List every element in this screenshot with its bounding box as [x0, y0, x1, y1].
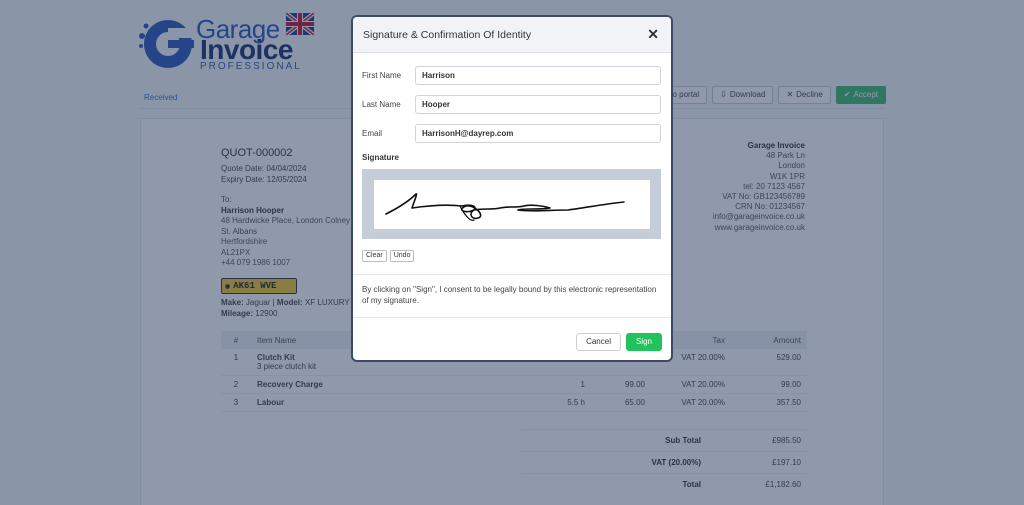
- consent-text: By clicking on "Sign", I consent to be l…: [362, 285, 657, 305]
- signature-pad: [362, 169, 661, 239]
- modal-divider: [353, 274, 671, 275]
- first-name-row: First Name Harrison: [362, 66, 662, 85]
- email-row: Email HarrisonH@dayrep.com: [362, 124, 662, 143]
- sign-button[interactable]: Sign: [625, 333, 662, 351]
- email-label: Email: [362, 129, 383, 138]
- signature-stroke: [385, 192, 625, 221]
- last-name-row: Last Name Hooper: [362, 95, 662, 114]
- signature-modal: Signature & Confirmation Of Identity ✕ F…: [353, 17, 671, 360]
- last-name-input[interactable]: Hooper: [415, 95, 661, 114]
- cancel-button[interactable]: Cancel: [576, 333, 621, 351]
- modal-footer-divider: [353, 317, 671, 318]
- clear-button[interactable]: Clear: [362, 250, 387, 262]
- signature-controls: Clear Undo: [362, 250, 662, 262]
- undo-button[interactable]: Undo: [389, 250, 415, 262]
- modal-body: First Name Harrison Last Name Hooper Ema…: [353, 53, 671, 318]
- signature-label: Signature: [362, 153, 399, 162]
- signature-canvas[interactable]: [374, 180, 650, 229]
- close-icon[interactable]: ✕: [647, 26, 659, 43]
- email-input[interactable]: HarrisonH@dayrep.com: [415, 124, 661, 143]
- modal-footer: Cancel Sign: [576, 333, 662, 351]
- modal-title: Signature & Confirmation Of Identity: [363, 28, 532, 41]
- last-name-label: Last Name: [362, 100, 401, 109]
- first-name-input[interactable]: Harrison: [415, 66, 661, 85]
- modal-header: Signature & Confirmation Of Identity ✕: [353, 17, 671, 53]
- first-name-label: First Name: [362, 71, 402, 80]
